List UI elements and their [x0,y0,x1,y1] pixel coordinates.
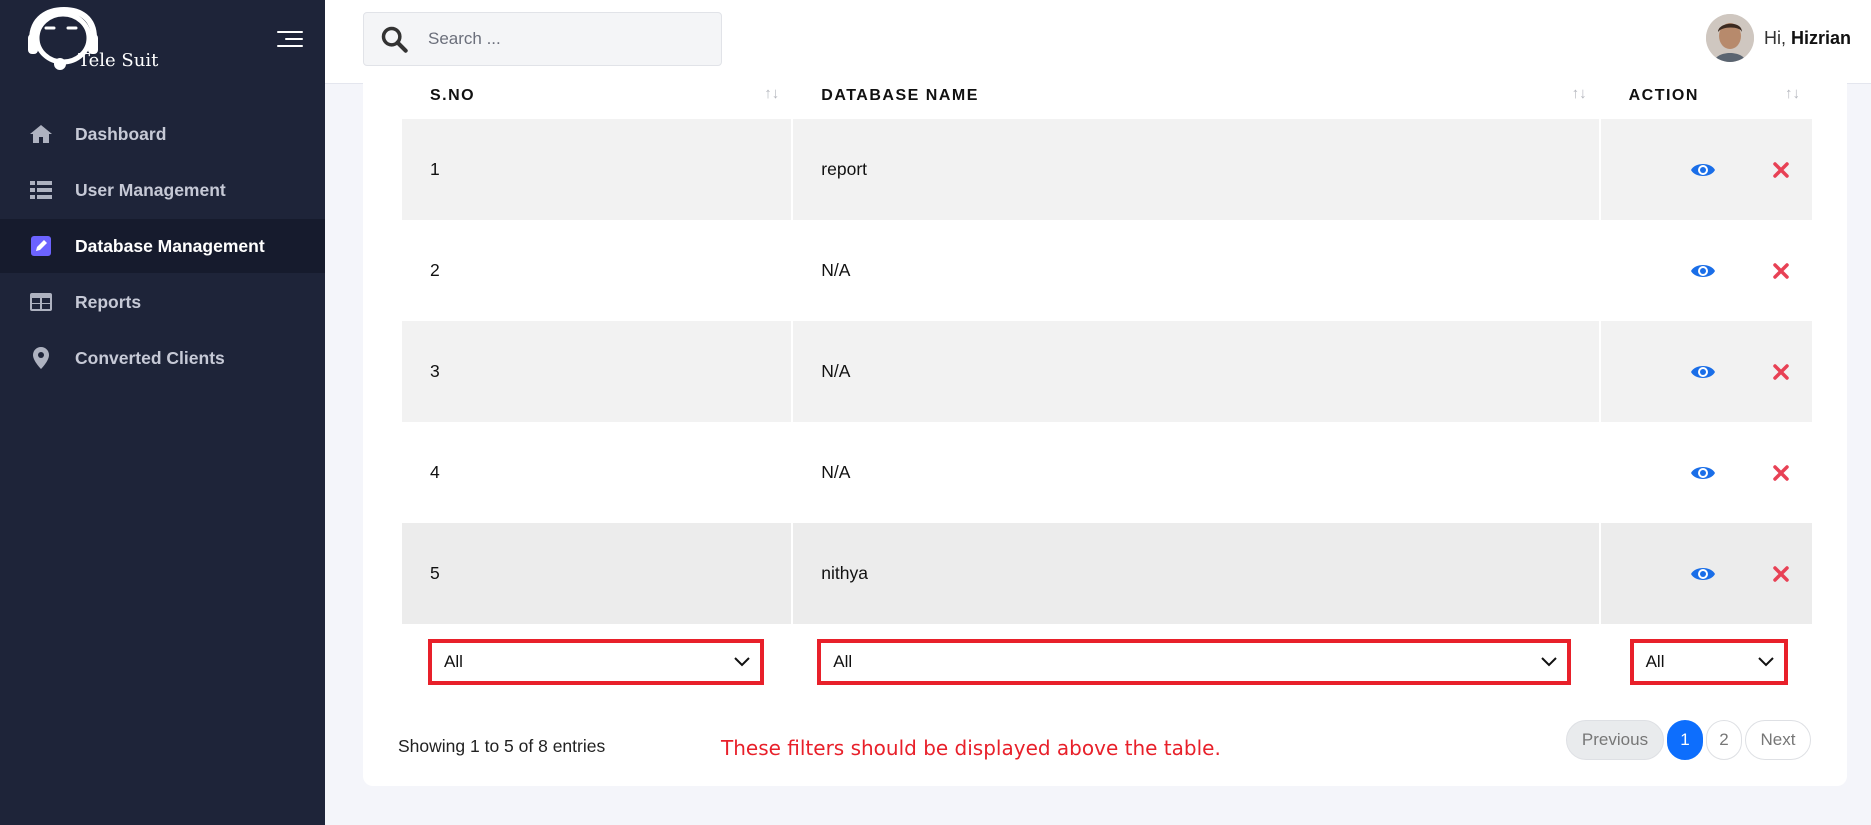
view-eye-icon[interactable] [1690,565,1715,583]
greeting: Hi, [1763,27,1786,48]
sidebar-item-label: Converted Clients [75,347,225,368]
cell-database-name: N/A [793,321,1599,422]
table-row: 3 N/A [402,321,1812,422]
cell-sno: 4 [430,462,440,482]
sidebar: Tele Suit Dashboard User Management Data… [0,0,325,825]
sidebar-item-label: Dashboard [75,123,167,144]
table-row: 5 nithya [402,523,1812,624]
filter-select-action[interactable]: All [1629,638,1788,685]
sidebar-item-label: Reports [75,291,142,312]
sidebar-item-user-management[interactable]: User Management [0,163,325,217]
search-icon[interactable] [380,25,408,53]
sidebar-item-dashboard[interactable]: Dashboard [0,107,325,161]
column-header-label: DATABASE NAME [821,86,979,104]
table-row: 1 report [402,119,1812,220]
sidebar-item-label: User Management [75,179,226,200]
map-marker-icon [29,347,53,369]
delete-x-icon[interactable] [1772,262,1789,279]
column-header-sno[interactable]: S.NO ↑↓ [402,72,791,119]
cell-database-name: report [793,119,1599,220]
entries-info: Showing 1 to 5 of 8 entries [398,736,606,756]
avatar[interactable] [1705,14,1754,62]
filter-select-sno[interactable]: All [428,638,764,685]
cell-database-name: N/A [821,462,851,482]
cell-action [1601,220,1812,321]
sidebar-nav: Dashboard User Management Database Manag… [0,107,325,387]
filter-value: All [444,651,463,671]
home-icon [29,123,53,145]
chevron-down-icon [1757,656,1774,666]
delete-x-icon[interactable] [1772,464,1789,481]
sidebar-item-label: Database Management [75,235,265,256]
logo[interactable]: Tele Suit [28,6,158,72]
annotation-note: These filters should be displayed above … [721,736,1221,760]
search-input[interactable] [428,29,688,49]
chevron-down-icon [734,656,750,666]
cell-sno: 1 [402,119,792,220]
table-row: 2 N/A [402,220,1812,321]
column-header-label: ACTION [1628,86,1699,104]
cell-action [1601,422,1812,523]
chevron-down-icon [1541,656,1558,666]
view-eye-icon[interactable] [1690,262,1715,280]
menu-toggle-icon[interactable] [277,29,303,49]
column-header-action[interactable]: ACTION ↑↓ [1601,72,1812,119]
filter-select-database-name[interactable]: All [817,638,1572,685]
sidebar-item-converted-clients[interactable]: Converted Clients [0,331,325,385]
cell-database-name: N/A [821,260,851,280]
filter-cell: All [793,624,1599,699]
view-eye-icon[interactable] [1690,363,1715,381]
filter-cell: All [1600,624,1812,699]
cell-sno: 3 [402,321,792,422]
user-menu[interactable]: Hi, Hizrian [1705,14,1851,62]
logo-text: Tele Suit [78,50,159,71]
sidebar-item-reports[interactable]: Reports [0,275,325,329]
delete-x-icon[interactable] [1772,565,1789,582]
list-icon [29,179,53,201]
page-button-2[interactable]: 2 [1706,720,1742,760]
cell-database-name: nithya [793,523,1599,624]
next-button[interactable]: Next [1745,720,1811,760]
search-box [363,12,722,66]
cell-action [1600,321,1812,422]
delete-x-icon[interactable] [1772,363,1789,380]
username: Hizrian [1790,27,1851,48]
cell-sno: 2 [430,260,440,280]
filter-row: All All All [402,624,1812,699]
cell-action [1600,119,1812,220]
table-icon [29,291,53,313]
database-table: S.NO ↑↓ DATABASE NAME ↑↓ ACTION ↑↓ 1 rep… [400,72,1814,699]
view-eye-icon[interactable] [1690,464,1715,482]
cell-sno: 5 [402,523,792,624]
delete-x-icon[interactable] [1772,161,1789,178]
sort-icon[interactable]: ↑↓ [1572,85,1587,102]
cell-action [1600,523,1812,624]
filter-value: All [1645,651,1665,671]
column-header-database-name[interactable]: DATABASE NAME ↑↓ [793,72,1598,119]
sidebar-item-database-management[interactable]: Database Management [0,219,325,273]
previous-button[interactable]: Previous [1566,720,1664,760]
page-button-1[interactable]: 1 [1667,720,1703,760]
sort-icon[interactable]: ↑↓ [1785,85,1800,102]
filter-cell: All [402,624,792,699]
column-header-label: S.NO [430,86,476,104]
table-card: S.NO ↑↓ DATABASE NAME ↑↓ ACTION ↑↓ 1 rep… [363,72,1847,786]
table-row: 4 N/A [402,422,1812,523]
filter-value: All [833,651,853,671]
view-eye-icon[interactable] [1690,161,1715,179]
pagination: Previous 1 2 Next [1563,720,1811,760]
edit-icon [29,235,53,257]
sort-icon[interactable]: ↑↓ [764,85,779,102]
